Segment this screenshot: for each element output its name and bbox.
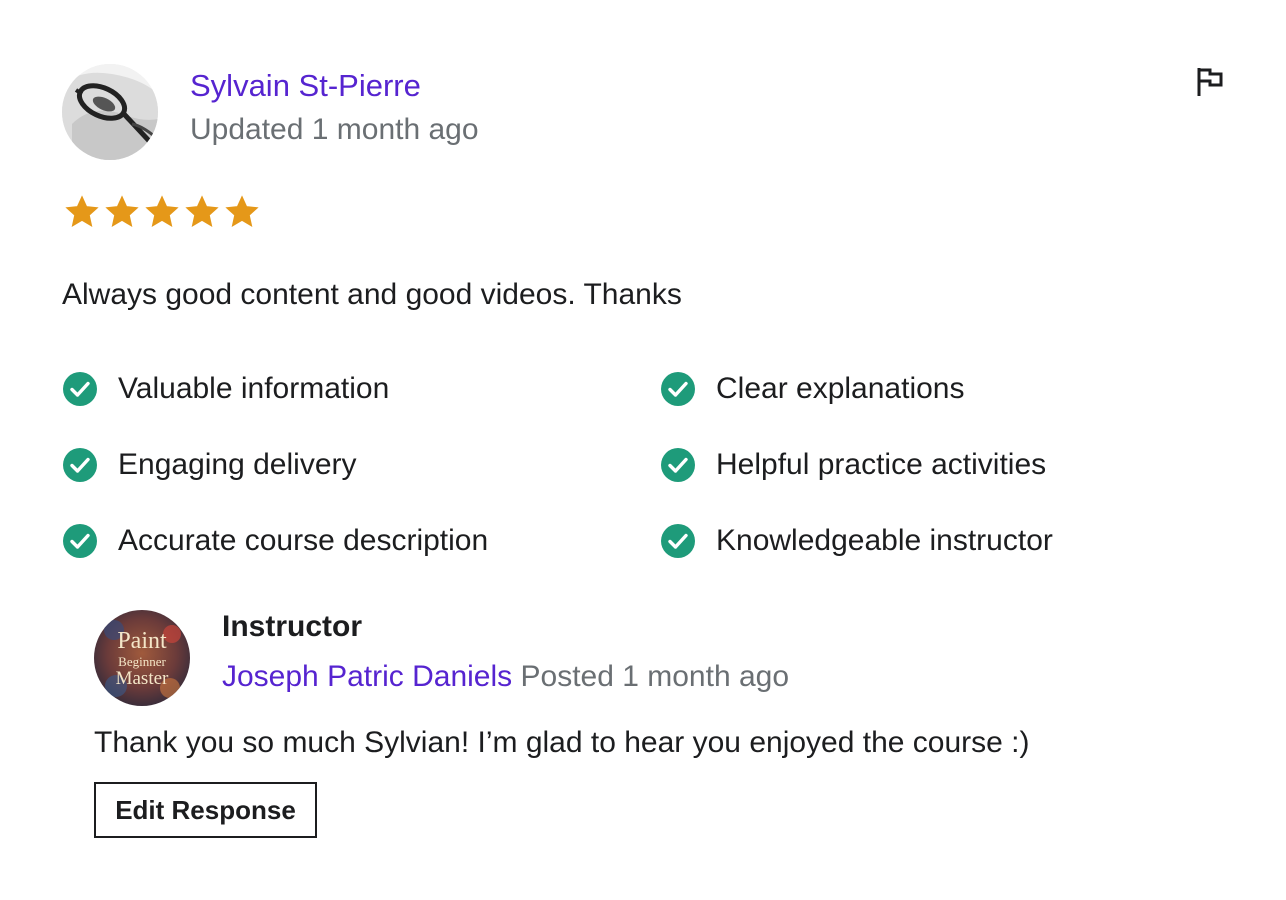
star-icon (145, 195, 179, 228)
feedback-label: Helpful practice activities (716, 448, 1047, 481)
feedback-item: Valuable information (62, 369, 389, 409)
star-icon (105, 195, 139, 228)
check-circle-icon (63, 372, 97, 406)
response-role-label: Instructor (222, 610, 363, 643)
flag-icon (1197, 68, 1223, 96)
instructor-avatar[interactable]: Paint Beginner Master (94, 610, 190, 706)
star-icon (225, 195, 259, 228)
report-flag-button[interactable] (1190, 62, 1230, 102)
svg-text:Beginner: Beginner (118, 654, 166, 669)
review-text: Always good content and good videos. Tha… (62, 278, 682, 311)
feedback-item: Accurate course description (62, 521, 488, 561)
reviewer-avatar[interactable] (62, 64, 158, 160)
feedback-item: Knowledgeable instructor (660, 521, 1053, 561)
feedback-label: Engaging delivery (118, 448, 357, 481)
feedback-label: Knowledgeable instructor (716, 524, 1053, 557)
response-posted-time: Posted 1 month ago (520, 660, 790, 693)
instructor-avatar-image: Paint Beginner Master (94, 610, 190, 706)
star-rating (62, 193, 262, 231)
feedback-item: Clear explanations (660, 369, 964, 409)
response-text: Thank you so much Sylvian! I’m glad to h… (94, 726, 1030, 759)
star-icon (185, 195, 219, 228)
reviewer-name-link[interactable]: Sylvain St-Pierre (190, 68, 421, 104)
edit-response-button[interactable]: Edit Response (94, 782, 317, 838)
check-circle-icon (661, 448, 695, 482)
feedback-label: Accurate course description (118, 524, 489, 557)
check-circle-icon (63, 524, 97, 558)
check-circle-icon (661, 372, 695, 406)
review-card: Sylvain St-Pierre Updated 1 month ago Al… (0, 0, 1286, 900)
feedback-item: Helpful practice activities (660, 445, 1046, 485)
svg-text:Master: Master (116, 668, 169, 689)
svg-text:Paint: Paint (117, 628, 167, 654)
feedback-label: Clear explanations (716, 372, 965, 405)
review-updated-time: Updated 1 month ago (190, 113, 479, 146)
response-author-line: Joseph Patric Daniels Posted 1 month ago (222, 660, 789, 694)
feedback-item: Engaging delivery (62, 445, 357, 485)
reviewer-avatar-image (62, 64, 158, 160)
check-circle-icon (63, 448, 97, 482)
star-icon (65, 195, 99, 228)
check-circle-icon (661, 524, 695, 558)
feedback-label: Valuable information (118, 372, 390, 405)
instructor-name-link[interactable]: Joseph Patric Daniels (222, 660, 512, 693)
